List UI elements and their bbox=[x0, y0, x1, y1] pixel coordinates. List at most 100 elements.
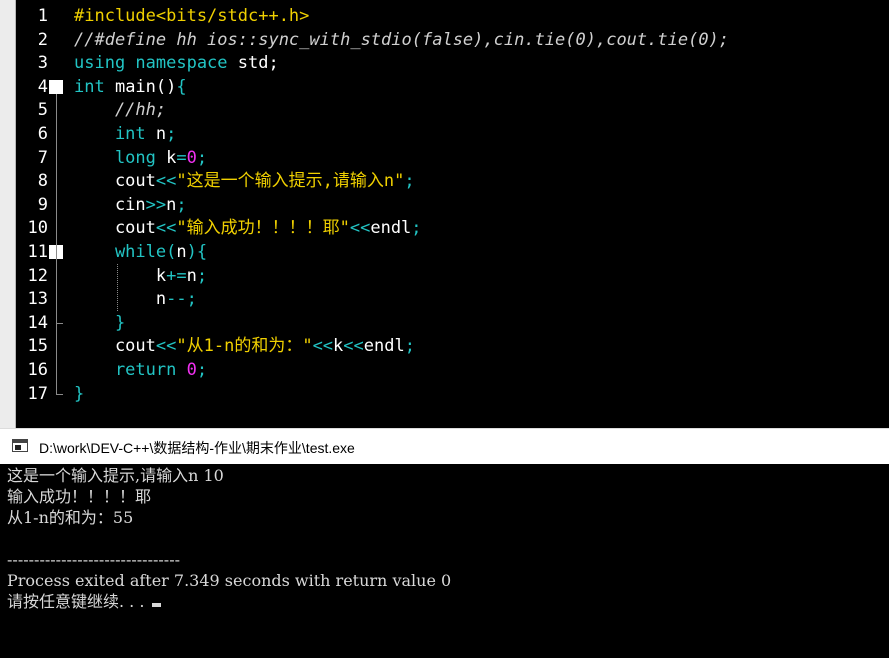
line-number: 5 bbox=[37, 100, 48, 121]
code-line[interactable]: 2 //#define hh ios::sync_with_stdio(false… bbox=[16, 28, 889, 52]
code-token: //#define hh ios::sync_with_stdio(false)… bbox=[74, 29, 730, 50]
code-line[interactable]: 9 cin>>n; bbox=[16, 193, 889, 217]
fold-toggle-icon[interactable] bbox=[49, 79, 63, 94]
console-line: 请按任意键继续. . . bbox=[7, 591, 161, 612]
console-line-text: -------------------------------- bbox=[7, 550, 180, 569]
console-title-bar[interactable]: D:\work\DEV-C++\数据结构-作业\期末作业\test.exe bbox=[0, 428, 889, 465]
code-line[interactable]: 17} bbox=[16, 382, 889, 406]
code-token: --; bbox=[166, 289, 197, 310]
line-number: 14 bbox=[27, 312, 48, 333]
fold-end-marker bbox=[56, 322, 63, 324]
code-token: n bbox=[176, 242, 187, 262]
code-token: std; bbox=[227, 53, 279, 74]
code-text[interactable]: cin>>n; bbox=[74, 193, 187, 217]
code-text[interactable]: cout<<"这是一个输入提示,请输入n"; bbox=[74, 169, 415, 193]
code-token: ; bbox=[176, 194, 187, 215]
code-token: "这是一个输入提示,请输入n" bbox=[176, 171, 405, 192]
code-editor[interactable]: 1 #include<bits/stdc++.h> 2 //#define hh io… bbox=[0, 0, 889, 428]
line-number: 10 bbox=[27, 218, 48, 239]
code-line[interactable]: 16 return 0; bbox=[16, 358, 889, 382]
code-token: ; bbox=[196, 360, 208, 380]
code-token: cout bbox=[74, 218, 156, 239]
code-line[interactable]: 5 //hh; bbox=[16, 98, 889, 122]
code-text[interactable]: //hh; bbox=[74, 98, 166, 122]
code-token: main() bbox=[104, 76, 177, 97]
console-line: -------------------------------- bbox=[7, 549, 180, 570]
line-number: 8 bbox=[37, 171, 48, 192]
code-token: cin bbox=[74, 194, 146, 215]
code-token: endl bbox=[363, 336, 405, 357]
code-token: << bbox=[155, 336, 177, 357]
code-text[interactable]: while(n){ bbox=[74, 240, 207, 264]
console-line: 输入成功！！！！耶 bbox=[7, 486, 151, 507]
code-token: << bbox=[312, 336, 334, 357]
code-line[interactable]: 12 k+=n; bbox=[16, 264, 889, 288]
code-token: using namespace bbox=[74, 53, 228, 74]
code-token: } bbox=[74, 383, 85, 404]
code-line[interactable]: 4 int main(){ bbox=[16, 75, 889, 99]
console-line-text: Process exited after 7.349 seconds with … bbox=[7, 571, 452, 590]
code-token: endl bbox=[370, 218, 412, 239]
code-line[interactable]: 6 int n; bbox=[16, 122, 889, 146]
code-text[interactable]: return 0; bbox=[74, 358, 207, 382]
code-token: ){ bbox=[186, 242, 208, 262]
code-text[interactable]: n--; bbox=[74, 287, 197, 311]
code-text[interactable]: cout<<"从1-n的和为："<<k<<endl; bbox=[74, 334, 415, 358]
code-token: n bbox=[186, 265, 197, 286]
code-line[interactable]: 8 cout<<"这是一个输入提示,请输入n"; bbox=[16, 169, 889, 193]
code-token: ; bbox=[166, 124, 177, 144]
code-token: >> bbox=[145, 194, 167, 215]
console-window-icon bbox=[12, 439, 28, 452]
code-token: 0 bbox=[186, 360, 197, 380]
code-text[interactable]: cout<<"输入成功！！！！耶"<<endl; bbox=[74, 216, 422, 240]
code-token: n bbox=[166, 194, 177, 215]
code-line[interactable]: 3 using namespace std; bbox=[16, 51, 889, 75]
code-text[interactable]: //#define hh ios::sync_with_stdio(false)… bbox=[74, 28, 729, 52]
code-text[interactable]: using namespace std; bbox=[74, 51, 279, 75]
console-line-text: 输入成功！！！！耶 bbox=[7, 487, 152, 506]
code-text[interactable]: } bbox=[74, 311, 125, 335]
code-text[interactable]: k+=n; bbox=[74, 264, 207, 288]
line-number: 13 bbox=[27, 289, 48, 310]
code-text[interactable]: } bbox=[74, 382, 84, 406]
code-line[interactable]: 11 while(n){ bbox=[16, 240, 889, 264]
console-line: 这是一个输入提示,请输入n 10 bbox=[7, 465, 224, 486]
line-number: 16 bbox=[27, 360, 48, 380]
code-line[interactable]: 15 cout<<"从1-n的和为："<<k<<endl; bbox=[16, 334, 889, 358]
fold-line bbox=[56, 93, 57, 394]
console-line: 从1-n的和为：55 bbox=[7, 507, 133, 528]
code-token: ; bbox=[196, 147, 208, 168]
code-text[interactable]: int main(){ bbox=[74, 75, 187, 99]
console-output[interactable]: 这是一个输入提示,请输入n 10 输入成功！！！！耶 从1-n的和为：55 -----… bbox=[0, 464, 889, 658]
code-token: k bbox=[333, 336, 344, 357]
code-token: ; bbox=[411, 218, 422, 239]
code-token: return bbox=[74, 360, 177, 380]
code-token: << bbox=[349, 218, 371, 239]
editor-left-frame bbox=[0, 0, 16, 428]
code-line[interactable]: 7 long k=0; bbox=[16, 146, 889, 170]
console-line-text: 这是一个输入提示,请输入n 10 bbox=[7, 466, 224, 485]
indent-guide bbox=[117, 263, 118, 311]
code-text[interactable]: #include<bits/stdc++.h> bbox=[74, 4, 309, 28]
code-line[interactable]: 13 n--; bbox=[16, 287, 889, 311]
console-line-text: 请按任意键继续. . . bbox=[7, 592, 150, 611]
code-line[interactable]: 10 cout<<"输入成功！！！！耶"<<endl; bbox=[16, 216, 889, 240]
code-text[interactable]: long k=0; bbox=[74, 146, 207, 170]
line-number: 11 bbox=[27, 242, 48, 262]
code-token: while bbox=[74, 242, 167, 262]
code-token: k bbox=[74, 265, 167, 286]
code-token: ; bbox=[404, 336, 415, 357]
line-number: 3 bbox=[37, 53, 48, 74]
code-text[interactable]: int n; bbox=[74, 122, 176, 146]
code-token: << bbox=[155, 171, 177, 192]
code-token: << bbox=[155, 218, 177, 239]
console-line: Process exited after 7.349 seconds with … bbox=[7, 570, 451, 591]
code-token: = bbox=[176, 147, 187, 168]
code-line[interactable]: 14 } bbox=[16, 311, 889, 335]
code-token: ; bbox=[196, 265, 208, 286]
code-line[interactable]: 1 #include<bits/stdc++.h> bbox=[16, 4, 889, 28]
code-token: ; bbox=[404, 171, 415, 192]
text-cursor bbox=[151, 603, 161, 607]
console-window-title: D:\work\DEV-C++\数据结构-作业\期末作业\test.exe bbox=[39, 440, 355, 456]
console-line-text: 从1-n的和为：55 bbox=[7, 508, 134, 527]
